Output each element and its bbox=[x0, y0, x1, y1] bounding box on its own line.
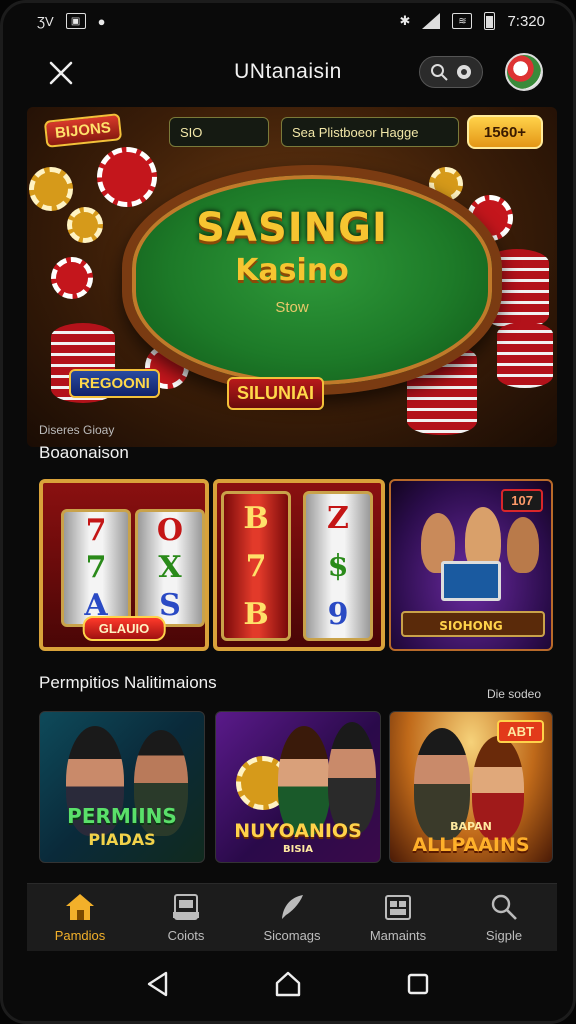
promo-title: ALLPAAINS bbox=[412, 834, 530, 856]
promo-card-2[interactable]: NUYOANIOS BISIA bbox=[215, 711, 381, 863]
back-triangle-icon bbox=[147, 971, 168, 997]
hero-search-field[interactable]: Sea Plistboeor Hagge bbox=[281, 117, 459, 147]
promo-subtitle: PIADAS bbox=[88, 830, 156, 849]
card-badge-left: REGOONI bbox=[69, 369, 160, 398]
page-title: UNtanaisin bbox=[234, 60, 342, 83]
brand-logo: BIJONS bbox=[43, 113, 123, 148]
home-icon bbox=[66, 894, 94, 920]
slot-reel: B7B bbox=[221, 491, 291, 641]
chip-stack-decoration bbox=[497, 322, 553, 388]
home-outline-icon bbox=[275, 971, 301, 997]
wifi-icon: ≋ bbox=[452, 13, 473, 29]
slots-game-tile-2[interactable]: B7B Z $9 bbox=[213, 479, 385, 651]
recents-button[interactable] bbox=[398, 964, 438, 1004]
nav-item-home[interactable]: Pamdios bbox=[35, 892, 125, 943]
hero-title: SASINGI bbox=[196, 205, 388, 251]
signal-icon bbox=[422, 13, 441, 29]
bluetooth-icon: ✱ bbox=[399, 13, 411, 28]
toggle-knob-icon bbox=[456, 65, 471, 79]
nav-label-matches: Mamaints bbox=[369, 928, 427, 943]
promo-title: NUYOANIOS bbox=[234, 820, 362, 842]
card-badge-center: SILUNIAI bbox=[227, 377, 325, 410]
promo-card-3[interactable]: ABT BAPAN ALLPAAINS bbox=[389, 711, 553, 863]
bottom-navigation: Pamdios Coiots Sicomags Mamaints Sigple bbox=[27, 883, 557, 951]
search-icon bbox=[430, 64, 448, 81]
amount-field[interactable]: SIO bbox=[169, 117, 269, 147]
search-icon bbox=[491, 894, 517, 920]
section-title-promotions: Permpitios Nalitimaions bbox=[39, 673, 217, 692]
nav-label-search: Sigple bbox=[485, 928, 523, 943]
promo-figure bbox=[328, 722, 376, 834]
nav-item-matches[interactable]: Mamaints bbox=[353, 892, 443, 943]
avatar[interactable] bbox=[505, 53, 543, 91]
promo-card-1[interactable]: PERMIINS PIADAS bbox=[39, 711, 205, 863]
live-casino-label: SIOHONG bbox=[439, 619, 503, 633]
nav-item-search[interactable]: Sigple bbox=[459, 892, 549, 943]
nav-label-home: Pamdios bbox=[54, 928, 106, 943]
hero-small-label: Stow bbox=[275, 299, 309, 316]
promo-subtitle: BISIA bbox=[282, 844, 313, 855]
chat-notification-icon: ● bbox=[97, 13, 106, 29]
bonus-button[interactable]: 1560+ bbox=[467, 115, 543, 149]
promo-subtitle: BAPAN bbox=[450, 820, 492, 833]
nav-label-sports: Sicomags bbox=[263, 928, 321, 943]
slot-machine-icon bbox=[173, 894, 199, 920]
status-bar: ƷV ▣ ● ✱ ≋ 7:320 bbox=[3, 3, 573, 39]
feather-icon bbox=[282, 895, 303, 919]
slots-badge: GLAUIO bbox=[82, 616, 166, 641]
section-title-featured: Boaonaison bbox=[39, 443, 129, 462]
calendar-icon bbox=[385, 895, 411, 920]
app-header: UNtanaisin bbox=[3, 43, 573, 101]
home-button[interactable] bbox=[268, 964, 308, 1004]
slots-game-tile[interactable]: 77A OXS GLAUIO bbox=[39, 479, 209, 651]
nav-label-slots: Coiots bbox=[167, 928, 205, 943]
battery-icon bbox=[484, 12, 496, 30]
recents-square-icon bbox=[407, 973, 429, 995]
system-navigation-bar bbox=[3, 947, 573, 1021]
slot-reel: 77A bbox=[61, 509, 131, 627]
live-casino-tile[interactable]: 107 SIOHONG bbox=[389, 479, 553, 651]
hero-subtitle: Kasino bbox=[235, 253, 349, 288]
hero-caption: Diseres Gioay bbox=[39, 423, 115, 437]
nav-item-slots[interactable]: Coiots bbox=[141, 892, 231, 943]
image-notification-icon: ▣ bbox=[65, 13, 86, 29]
game-monitor bbox=[441, 561, 501, 601]
close-icon bbox=[49, 61, 73, 85]
status-indicator: ƷV bbox=[37, 13, 54, 29]
promo-title: PERMIINS bbox=[67, 804, 177, 828]
slot-reel: OXS bbox=[135, 509, 205, 627]
close-button[interactable] bbox=[43, 55, 79, 91]
dealer-figure bbox=[507, 517, 539, 573]
promo-tag: ABT bbox=[497, 720, 544, 743]
status-time: 7:320 bbox=[507, 12, 545, 30]
live-count-badge: 107 bbox=[501, 489, 543, 512]
slot-reel: Z $9 bbox=[303, 491, 373, 641]
nav-item-sports[interactable]: Sicomags bbox=[247, 892, 337, 943]
back-button[interactable] bbox=[138, 964, 178, 1004]
poker-chip-decoration bbox=[97, 147, 157, 207]
phone-screen: ƷV ▣ ● ✱ ≋ 7:320 UNtanaisin SASINGI Kasi… bbox=[0, 0, 576, 1024]
search-toggle[interactable] bbox=[419, 56, 483, 88]
hero-banner[interactable]: SASINGI Kasino Stow BIJONS SIO Sea Plist… bbox=[27, 107, 557, 447]
see-all-link[interactable]: Die sodeo bbox=[487, 687, 541, 701]
